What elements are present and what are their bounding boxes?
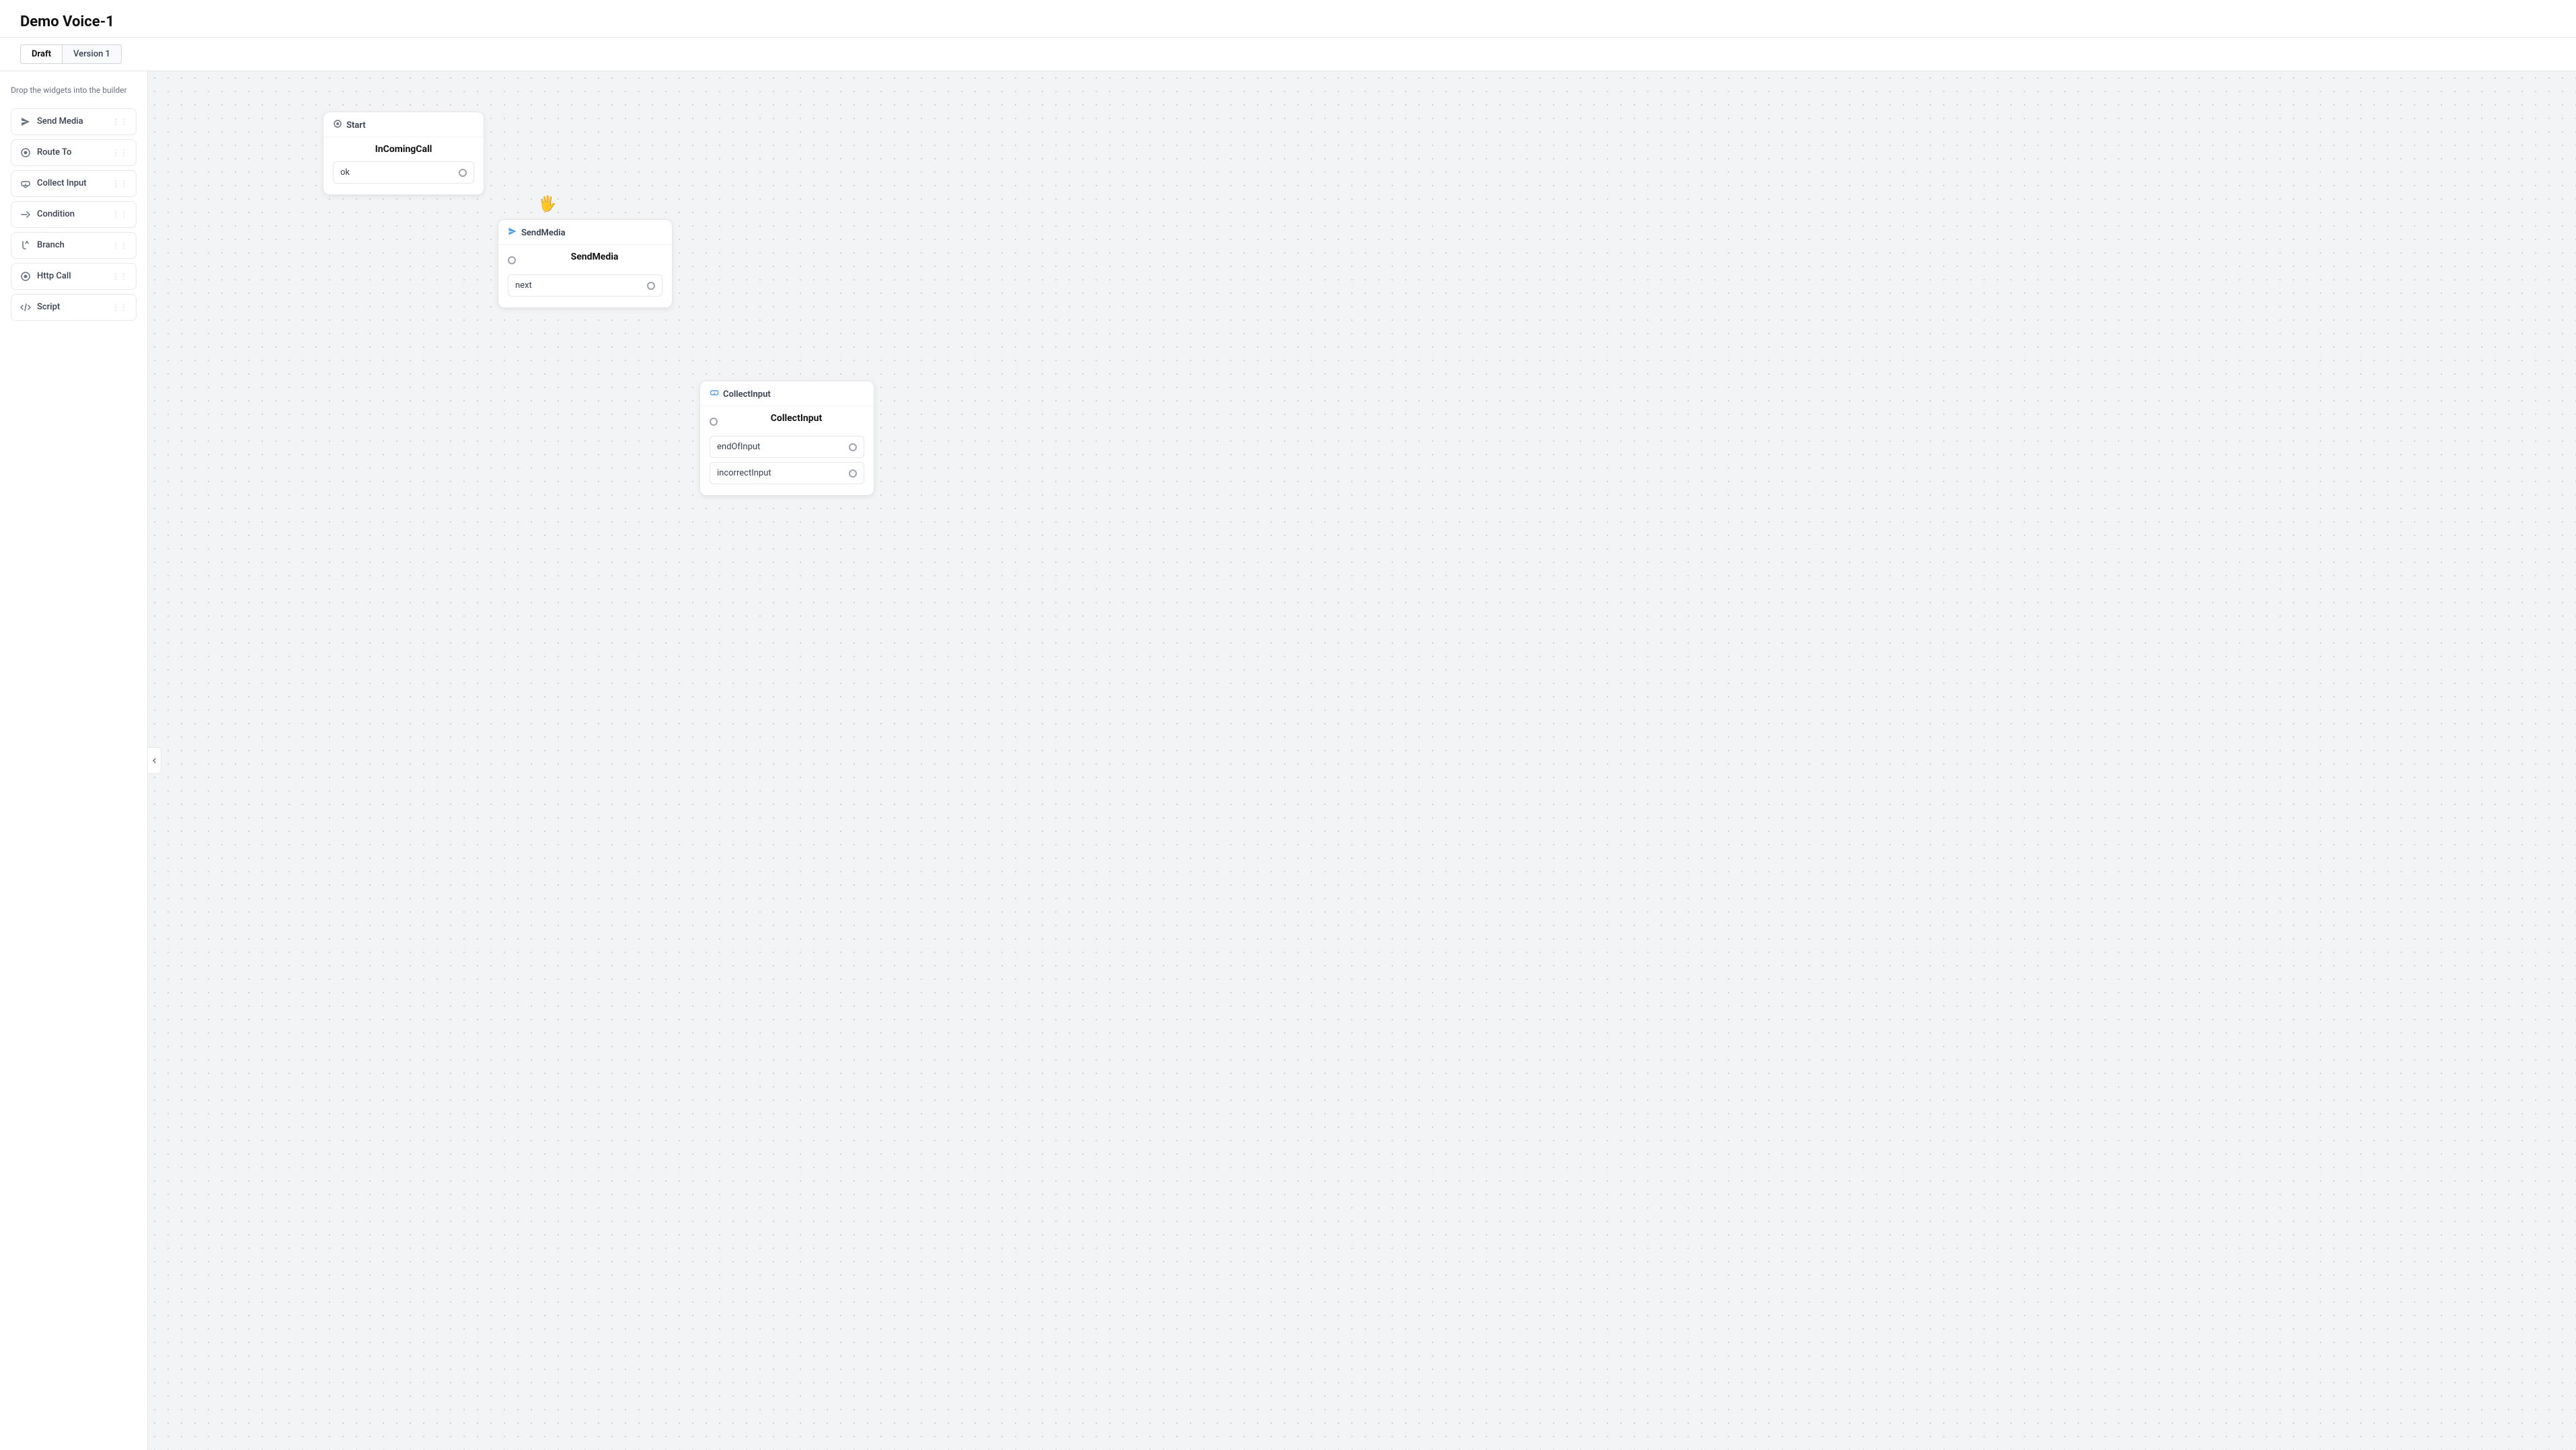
sidebar-item-condition[interactable]: Condition ⋮⋮ [11, 201, 137, 228]
collect-input-icon [20, 178, 32, 190]
sidebar-item-collect-input[interactable]: Collect Input ⋮⋮ [11, 170, 137, 197]
app-title: Demo Voice-1 [20, 13, 2556, 30]
start-node-icon [333, 119, 342, 131]
node-start-title: Start [346, 120, 366, 130]
node-start-name: InComingCall [333, 144, 474, 155]
drag-handle: ⋮⋮ [112, 117, 128, 126]
node-start-body: InComingCall ok [324, 137, 484, 194]
node-start-header: Start [324, 112, 484, 137]
port-label-ok: ok [340, 167, 350, 178]
sidebar-hint: Drop the widgets into the builder [11, 85, 137, 96]
app-header: Demo Voice-1 [0, 0, 2576, 38]
port-dot-collectinput-in [710, 418, 718, 426]
script-icon [20, 301, 32, 313]
drag-handle: ⋮⋮ [112, 272, 128, 281]
port-label-incorrect: incorrectInput [717, 468, 771, 478]
tab-draft[interactable]: Draft [20, 44, 63, 64]
node-collectinput-port-eof: endOfInput [710, 436, 864, 458]
canvas[interactable]: 🖐 Start InComingCall ok [148, 71, 2576, 1450]
sidebar-item-label: Script [37, 302, 60, 312]
node-collectinput-header: CollectInput [700, 381, 874, 406]
branch-icon [20, 239, 32, 252]
port-dot-eof [849, 443, 857, 451]
node-start-port-ok: ok [333, 161, 474, 184]
send-media-icon [20, 116, 32, 128]
node-sendmedia-name: SendMedia [527, 252, 662, 262]
sidebar-item-route-to[interactable]: Route To ⋮⋮ [11, 139, 137, 166]
node-collectinput-port-incorrect: incorrectInput [710, 462, 864, 484]
sidebar-item-label: Collect Input [37, 178, 87, 188]
tab-version1[interactable]: Version 1 [63, 44, 122, 64]
port-label-eof: endOfInput [717, 442, 760, 452]
sidebar: Drop the widgets into the builder Send M… [0, 71, 148, 1450]
http-call-icon [20, 270, 32, 282]
sidebar-item-send-media[interactable]: Send Media ⋮⋮ [11, 108, 137, 135]
drag-handle: ⋮⋮ [112, 148, 128, 157]
port-label-next: next [515, 280, 532, 291]
drag-handle: ⋮⋮ [112, 179, 128, 188]
sidebar-item-label: Http Call [37, 271, 71, 281]
node-collectinput-body: CollectInput endOfInput incorrectInput [700, 406, 874, 495]
node-sendmedia-port-next: next [508, 274, 662, 297]
port-dot-sendmedia-in [508, 256, 516, 264]
node-collectinput-title: CollectInput [723, 389, 771, 399]
sidebar-item-branch[interactable]: Branch ⋮⋮ [11, 232, 137, 259]
node-collectinput-name: CollectInput [728, 413, 864, 424]
sidebar-item-script[interactable]: Script ⋮⋮ [11, 294, 137, 321]
condition-icon [20, 208, 32, 221]
sidebar-collapse-button[interactable] [148, 747, 161, 774]
route-to-icon [20, 147, 32, 159]
sidebar-item-label: Condition [37, 209, 75, 219]
node-sendmedia-title: SendMedia [521, 228, 566, 238]
node-sendmedia-body: SendMedia next [498, 245, 672, 307]
node-start[interactable]: Start InComingCall ok [323, 112, 484, 195]
node-sendmedia[interactable]: SendMedia SendMedia next [498, 219, 673, 308]
drag-handle: ⋮⋮ [112, 303, 128, 312]
cursor-icon: 🖐 [538, 196, 556, 213]
sidebar-item-http-call[interactable]: Http Call ⋮⋮ [11, 263, 137, 290]
main-layout: Drop the widgets into the builder Send M… [0, 71, 2576, 1450]
version-bar: Draft Version 1 [0, 38, 2576, 71]
sidebar-item-label: Send Media [37, 116, 83, 126]
sidebar-item-label: Route To [37, 147, 71, 157]
collectinput-node-icon [710, 388, 719, 400]
sendmedia-node-icon [508, 227, 517, 239]
node-sendmedia-header: SendMedia [498, 220, 672, 245]
port-dot-ok [459, 169, 467, 177]
drag-handle: ⋮⋮ [112, 210, 128, 219]
node-collectinput[interactable]: CollectInput CollectInput endOfInput inc… [699, 381, 874, 496]
port-dot-next [647, 282, 655, 290]
port-dot-incorrect [849, 469, 857, 478]
sidebar-item-label: Branch [37, 240, 65, 250]
drag-handle: ⋮⋮ [112, 241, 128, 250]
